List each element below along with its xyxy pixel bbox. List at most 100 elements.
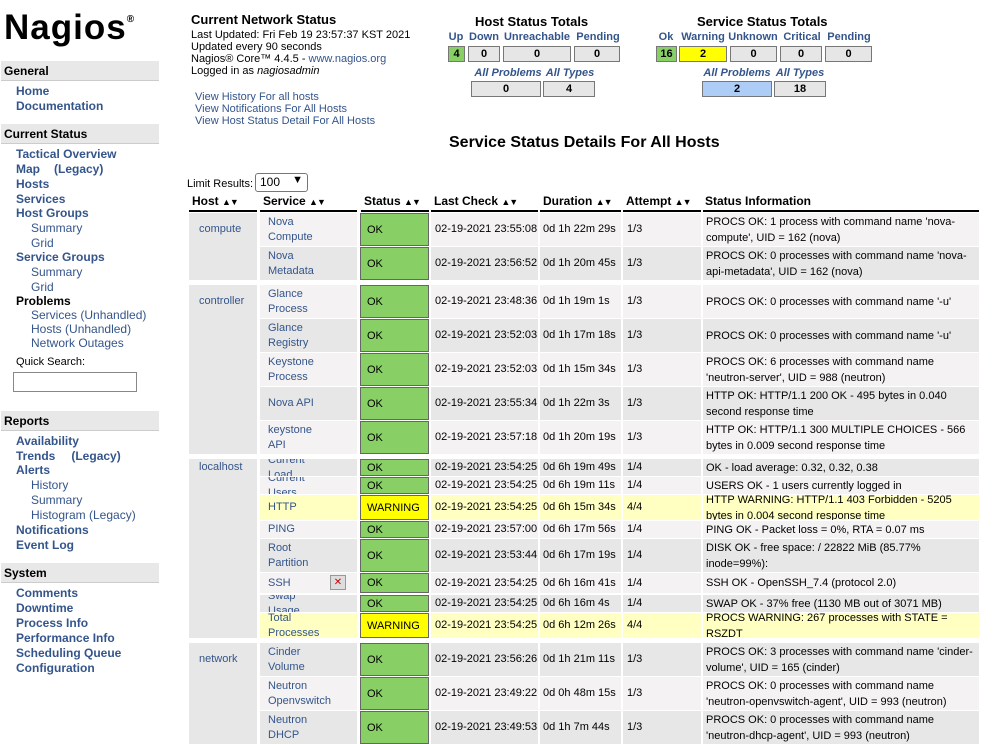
notifications-disabled-icon[interactable]: ✕ — [330, 575, 346, 590]
nav-event-log[interactable]: Event Log — [16, 538, 74, 553]
link-view-history[interactable]: View History For all hosts — [195, 91, 319, 103]
nav-host-groups[interactable]: Host Groups — [16, 206, 89, 221]
svc-all-problems-label[interactable]: All Problems — [700, 67, 774, 79]
nav-servicegroup-grid[interactable]: Grid — [31, 280, 54, 295]
nav-alerts[interactable]: Alerts — [16, 463, 50, 478]
service-link[interactable]: PING — [260, 521, 357, 538]
host-unreachable-count[interactable]: 0 — [503, 46, 571, 62]
nav-tactical-overview[interactable]: Tactical Overview — [16, 147, 117, 162]
col-duration[interactable]: Duration ▲▼ — [543, 194, 613, 208]
nav-process-info[interactable]: Process Info — [16, 616, 88, 631]
nav-services[interactable]: Services — [16, 192, 65, 207]
sort-arrows-icon[interactable]: ▲▼ — [596, 197, 613, 207]
nav-hostgroup-grid[interactable]: Grid — [31, 236, 54, 251]
service-link[interactable]: Swap Usage — [260, 595, 357, 612]
service-link[interactable]: Total Processes — [260, 613, 357, 638]
service-link[interactable]: Glance Process — [260, 285, 357, 318]
service-link[interactable]: Keystone Process — [260, 353, 357, 386]
svc-warning-label[interactable]: Warning — [679, 31, 727, 43]
sort-arrows-icon[interactable]: ▲▼ — [404, 197, 421, 207]
nav-alerts-summary[interactable]: Summary — [31, 493, 82, 508]
host-up-label[interactable]: Up — [446, 31, 466, 43]
col-service[interactable]: Service ▲▼ — [263, 194, 326, 208]
svc-ok-count[interactable]: 16 — [656, 46, 677, 62]
svc-types-count[interactable]: 18 — [774, 81, 826, 97]
nagios-site-link[interactable]: www.nagios.org — [309, 53, 387, 65]
nav-availability[interactable]: Availability — [16, 434, 79, 449]
nav-problem-services[interactable]: Services — [31, 308, 77, 322]
nav-alerts-histogram[interactable]: Histogram (Legacy) — [31, 508, 136, 523]
host-up-count[interactable]: 4 — [448, 46, 465, 62]
service-link[interactable]: Root Partition — [260, 539, 357, 572]
host-down-label[interactable]: Down — [468, 31, 500, 43]
nagios-logo[interactable]: Nagios® — [4, 8, 135, 48]
sort-arrows-icon[interactable]: ▲▼ — [222, 197, 239, 207]
nav-hostgroup-summary[interactable]: Summary — [31, 221, 82, 236]
sort-arrows-icon[interactable]: ▲▼ — [675, 197, 692, 207]
service-link[interactable]: keystone API — [260, 421, 357, 454]
sort-arrows-icon[interactable]: ▲▼ — [309, 197, 326, 207]
host-all-problems-label[interactable]: All Problems — [472, 67, 544, 79]
link-view-notifications[interactable]: View Notifications For All Hosts — [195, 103, 347, 115]
nav-problem-hosts[interactable]: Hosts — [31, 322, 62, 336]
service-link[interactable]: Glance Registry — [260, 319, 357, 352]
nav-problem-hosts-unhandled[interactable]: (Unhandled) — [65, 322, 131, 336]
nav-scheduling-queue[interactable]: Scheduling Queue — [16, 646, 121, 661]
service-link[interactable]: Nova API — [260, 387, 357, 420]
host-problems-count[interactable]: 0 — [471, 81, 541, 97]
svc-critical-count[interactable]: 0 — [780, 46, 822, 62]
host-pending-label[interactable]: Pending — [574, 31, 622, 43]
nav-network-outages[interactable]: Network Outages — [31, 336, 124, 351]
host-link[interactable]: network — [189, 643, 257, 744]
col-status[interactable]: Status ▲▼ — [364, 194, 421, 208]
service-link[interactable]: Nova Metadata — [260, 247, 357, 280]
link-view-host-detail[interactable]: View Host Status Detail For All Hosts — [195, 115, 375, 127]
svc-unknown-label[interactable]: Unknown — [728, 31, 778, 43]
nav-problem-services-unhandled[interactable]: (Unhandled) — [80, 308, 146, 322]
service-link[interactable]: Neutron Openvswitch — [260, 677, 357, 710]
nav-configuration[interactable]: Configuration — [16, 661, 95, 676]
nav-downtime[interactable]: Downtime — [16, 601, 73, 616]
host-all-types-label[interactable]: All Types — [544, 67, 596, 79]
service-link[interactable]: Neutron DHCP — [260, 711, 357, 744]
nav-alerts-history[interactable]: History — [31, 478, 68, 493]
nav-home[interactable]: Home — [16, 84, 49, 99]
nav-problems[interactable]: Problems — [16, 294, 71, 309]
nav-trends-legacy[interactable]: (Legacy) — [71, 449, 120, 463]
quick-search-input[interactable] — [13, 372, 137, 392]
service-link[interactable]: Current Users — [260, 477, 357, 494]
host-link[interactable]: controller — [189, 285, 257, 454]
nav-map[interactable]: Map — [16, 162, 40, 176]
svc-pending-count[interactable]: 0 — [825, 46, 872, 62]
nav-trends[interactable]: Trends — [16, 449, 55, 463]
service-link[interactable]: Nova Compute — [260, 213, 357, 246]
svc-pending-label[interactable]: Pending — [824, 31, 874, 43]
svc-all-types-label[interactable]: All Types — [774, 67, 826, 79]
service-link[interactable]: Cinder Volume — [260, 643, 357, 676]
svc-unknown-count[interactable]: 0 — [730, 46, 777, 62]
sort-arrows-icon[interactable]: ▲▼ — [501, 197, 518, 207]
host-link[interactable]: compute — [189, 213, 257, 280]
nav-documentation[interactable]: Documentation — [16, 99, 103, 114]
service-link[interactable]: HTTP — [260, 495, 357, 520]
host-unreachable-label[interactable]: Unreachable — [502, 31, 572, 43]
host-pending-count[interactable]: 0 — [574, 46, 620, 62]
nav-comments[interactable]: Comments — [16, 586, 78, 601]
host-down-count[interactable]: 0 — [468, 46, 500, 62]
nav-servicegroup-summary[interactable]: Summary — [31, 265, 82, 280]
nav-map-legacy[interactable]: (Legacy) — [54, 162, 103, 176]
nav-notifications[interactable]: Notifications — [16, 523, 89, 538]
nav-hosts[interactable]: Hosts — [16, 177, 49, 192]
service-link[interactable]: Current Load — [260, 459, 357, 476]
svc-problems-count[interactable]: 2 — [702, 81, 772, 97]
limit-results-select[interactable]: 100 ▼ — [255, 173, 308, 192]
col-host[interactable]: Host ▲▼ — [192, 194, 239, 208]
svc-critical-label[interactable]: Critical — [780, 31, 824, 43]
nav-service-groups[interactable]: Service Groups — [16, 250, 105, 265]
host-link[interactable]: localhost — [189, 459, 257, 638]
svc-warning-count[interactable]: 2 — [679, 46, 727, 62]
col-attempt[interactable]: Attempt ▲▼ — [626, 194, 691, 208]
svc-ok-label[interactable]: Ok — [654, 31, 678, 43]
nav-performance-info[interactable]: Performance Info — [16, 631, 115, 646]
host-types-count[interactable]: 4 — [543, 81, 595, 97]
